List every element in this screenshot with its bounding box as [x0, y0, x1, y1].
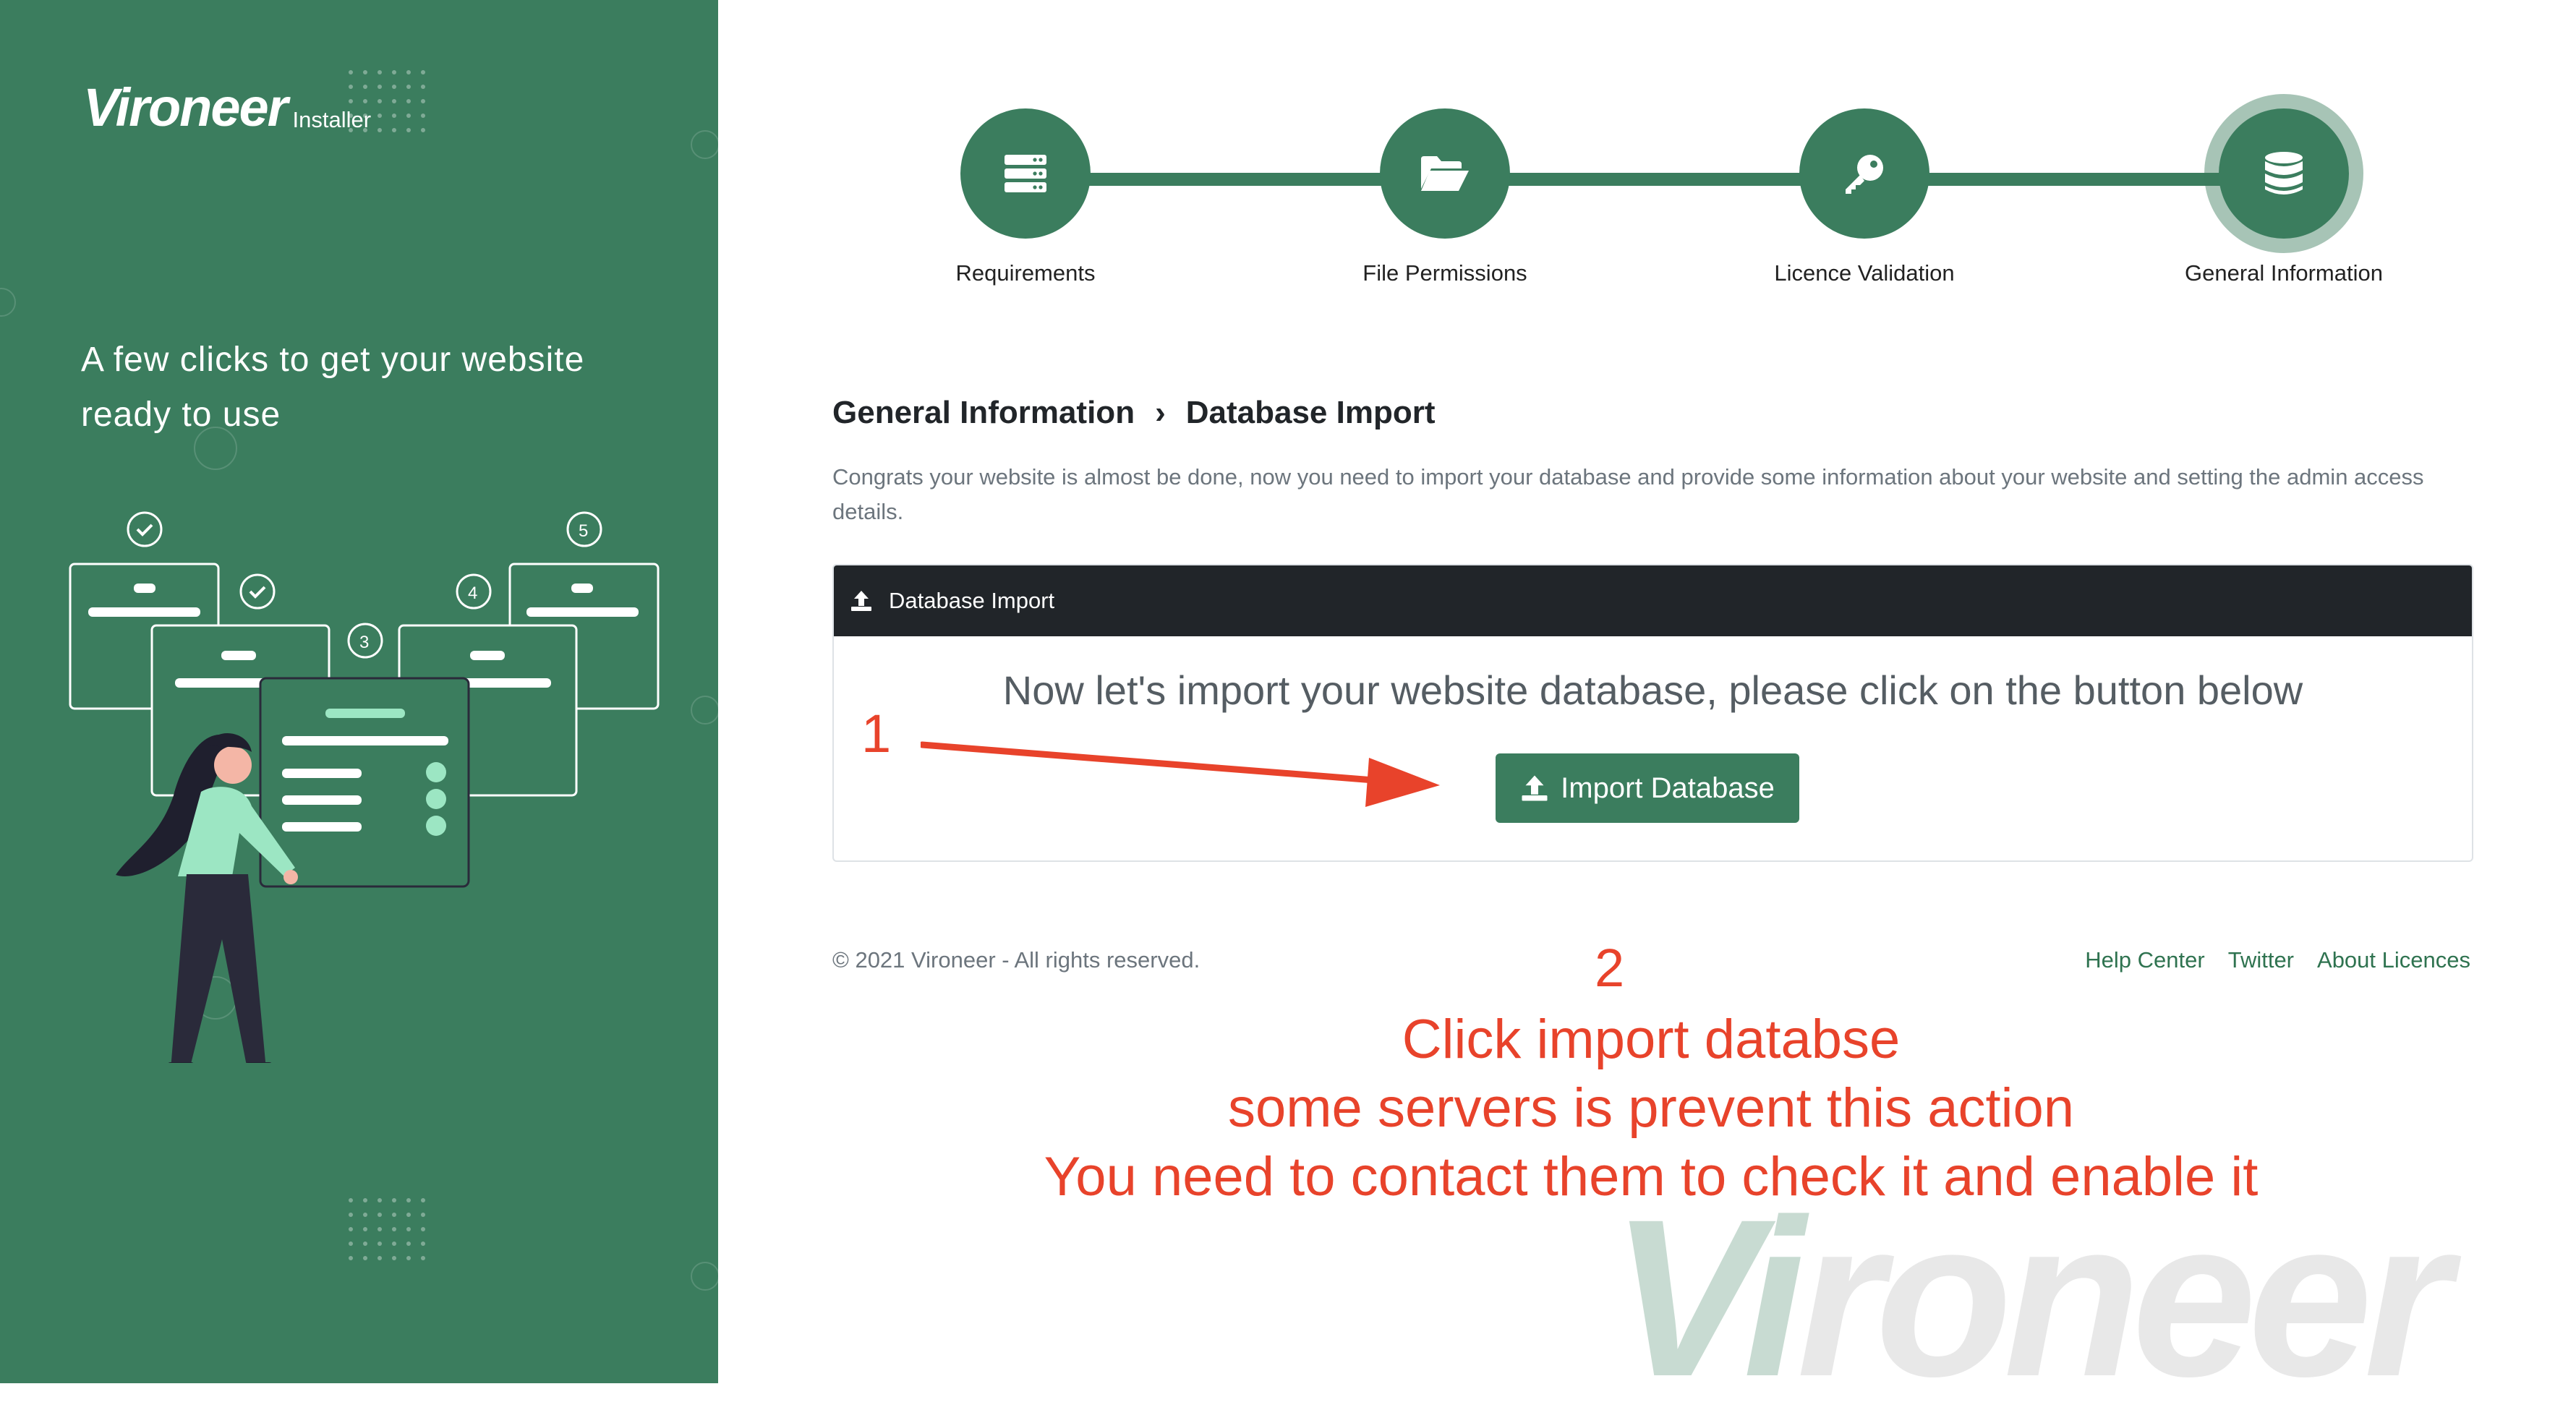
breadcrumb: General Information › Database Import	[832, 395, 1436, 431]
help-center-link[interactable]: Help Center	[2085, 947, 2204, 973]
brand-watermark: Vironeer	[1611, 1186, 2451, 1410]
dot-grid-decoration	[349, 70, 425, 132]
decorative-ring	[0, 288, 16, 317]
dot-grid-decoration	[349, 1198, 425, 1260]
breadcrumb-current: Database Import	[1185, 395, 1436, 430]
step-circle	[960, 108, 1091, 239]
import-database-button[interactable]: Import Database	[1496, 753, 1799, 823]
card-header: Database Import	[834, 565, 2472, 636]
step-circle	[1380, 108, 1510, 239]
breadcrumb-parent[interactable]: General Information	[832, 395, 1135, 431]
brand-logo: Vironeer Installer	[83, 81, 371, 134]
card-title: Database Import	[889, 588, 1055, 613]
annotation-line: Click import databse	[1402, 1009, 1901, 1070]
step-label: General Information	[2185, 260, 2383, 286]
brand-name: Vironeer	[83, 77, 288, 137]
step-licence-validation: Licence Validation	[1734, 108, 1995, 286]
upload-icon	[850, 589, 873, 612]
import-database-label: Import Database	[1561, 772, 1775, 804]
annotation-arrow	[921, 741, 1440, 807]
svg-text:3: 3	[359, 633, 369, 652]
watermark-part2: roneer	[1796, 1172, 2451, 1423]
step-label: Licence Validation	[1774, 260, 1955, 286]
sidebar: Vironeer Installer A few clicks to get y…	[0, 0, 718, 1383]
step-label: File Permissions	[1362, 260, 1527, 286]
decorative-ring	[691, 130, 718, 159]
sidebar-tagline: A few clicks to get your website ready t…	[81, 341, 585, 434]
about-licences-link[interactable]: About Licences	[2317, 947, 2470, 973]
key-icon	[1846, 155, 1883, 194]
server-icon	[1005, 155, 1046, 192]
main-content: Requirements File Permissions Licence Va…	[718, 0, 2576, 1410]
import-instructions: Now let's import your website database, …	[1002, 667, 2303, 713]
svg-text:5: 5	[579, 521, 588, 541]
annotation-line: some servers is prevent this action	[1227, 1077, 2075, 1139]
page-footer: © 2021 Vironeer - All rights reserved. H…	[832, 947, 2470, 973]
copyright-text: © 2021 Vironeer - All rights reserved.	[832, 947, 1200, 973]
footer-links: Help Center Twitter About Licences	[2085, 947, 2470, 973]
watermark-part1: Vi	[1611, 1172, 1805, 1423]
chevron-right-icon: ›	[1155, 395, 1166, 430]
twitter-link[interactable]: Twitter	[2228, 947, 2294, 973]
folder-open-icon	[1421, 156, 1469, 191]
decorative-ring	[691, 1262, 718, 1291]
installer-illustration: 3 4 5	[69, 511, 660, 1063]
step-file-permissions: File Permissions	[1315, 108, 1575, 286]
step-label: Requirements	[955, 260, 1096, 286]
stepper-track	[1025, 173, 2298, 186]
intro-text: Congrats your website is almost be done,…	[832, 464, 2424, 524]
upload-icon	[1520, 774, 1549, 803]
annotation-number-2: 2	[1595, 938, 1625, 998]
step-circle-active	[2219, 108, 2349, 239]
step-circle	[1799, 108, 1929, 239]
svg-text:4: 4	[468, 584, 477, 603]
step-requirements: Requirements	[895, 108, 1156, 286]
install-stepper: Requirements File Permissions Licence Va…	[718, 108, 2576, 311]
decorative-ring	[691, 696, 718, 725]
database-icon	[2265, 152, 2303, 195]
annotation-number-1: 1	[861, 704, 892, 764]
step-general-information: General Information	[2154, 108, 2414, 286]
